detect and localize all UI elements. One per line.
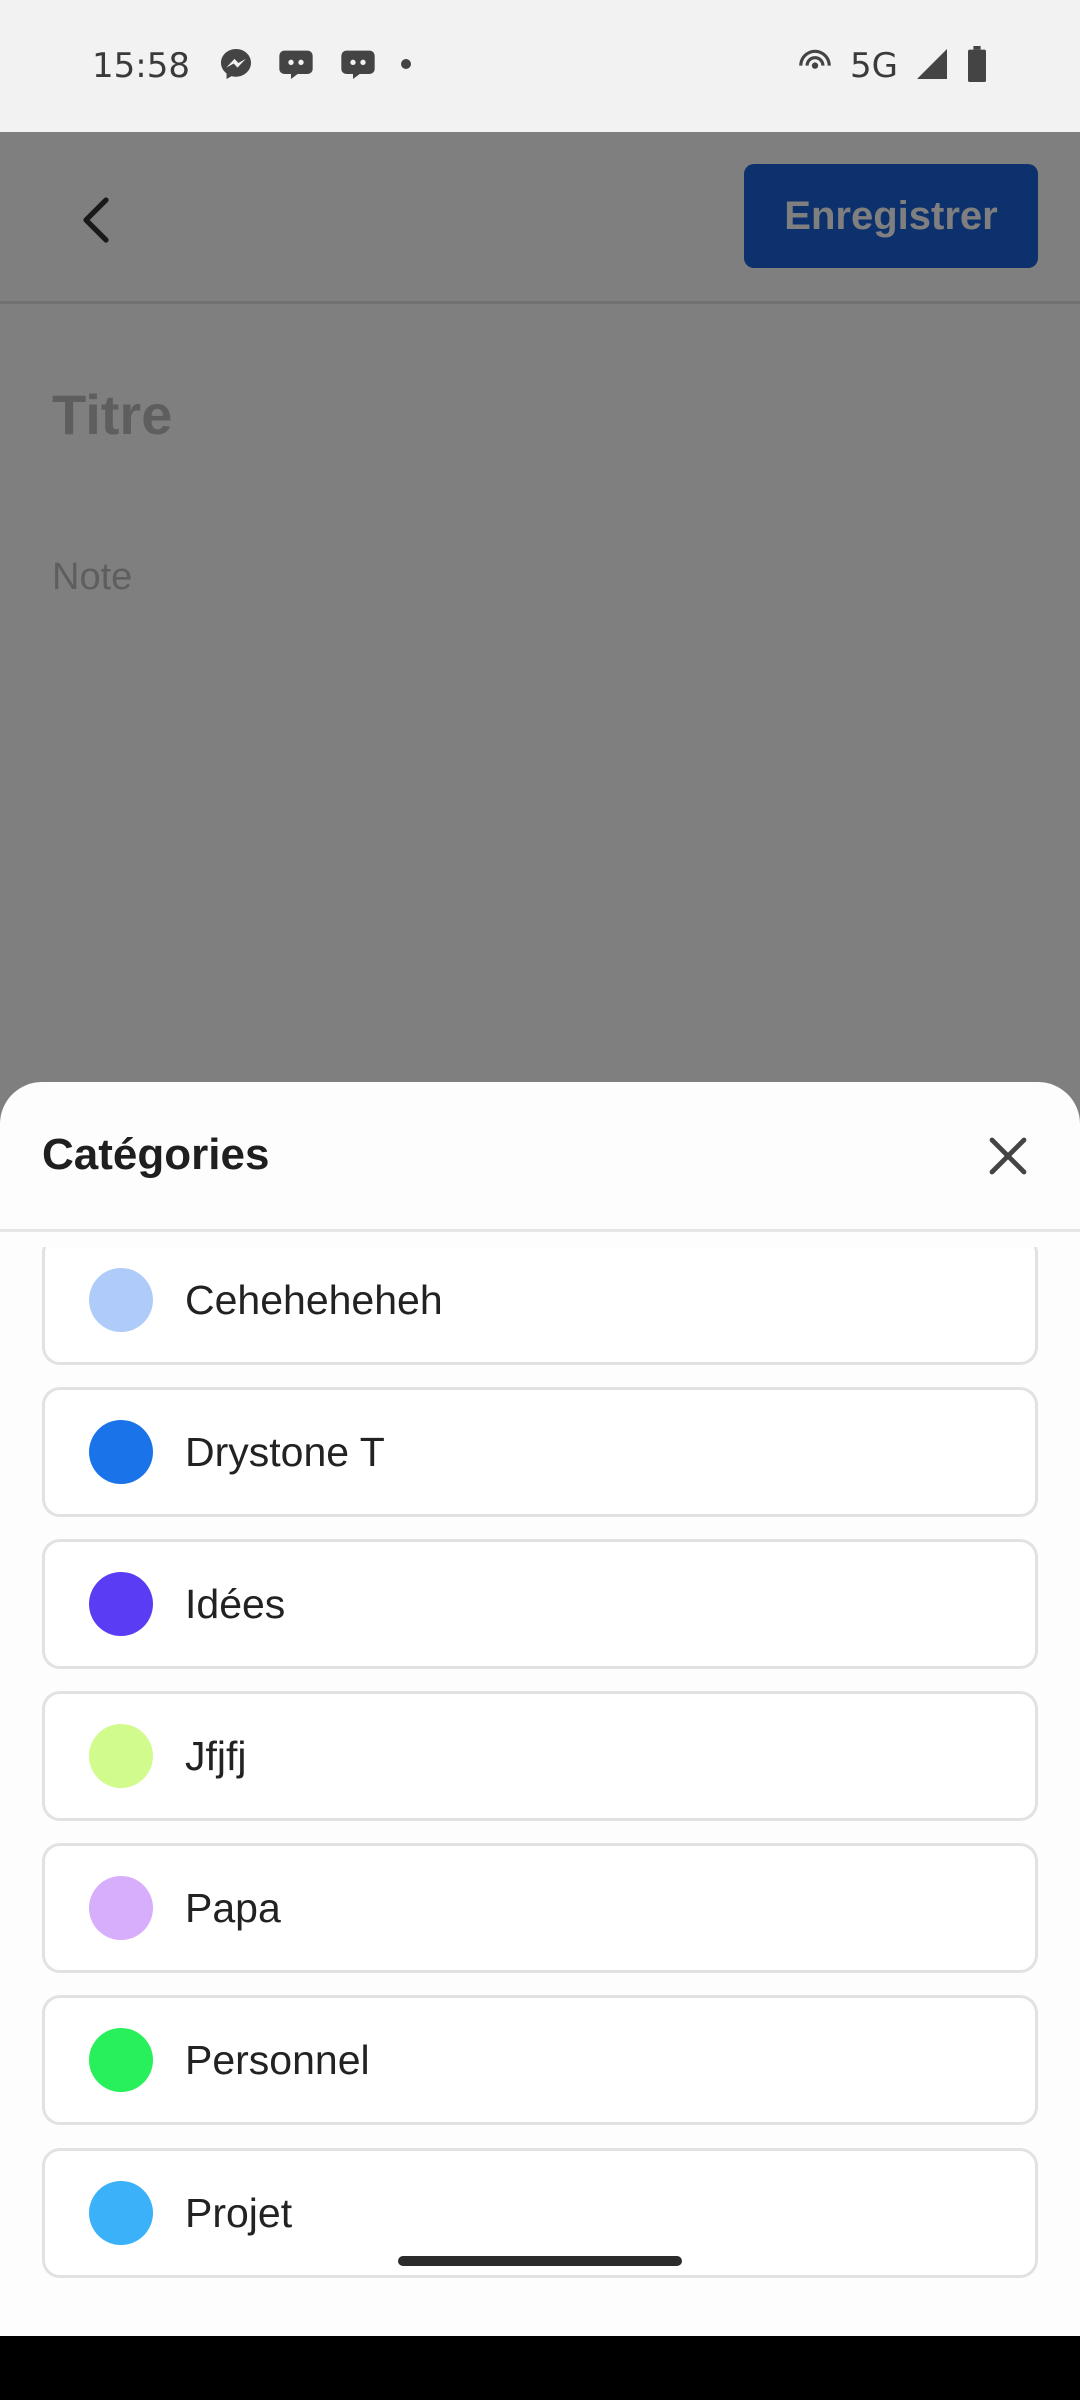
category-color-dot (89, 1876, 153, 1940)
notification-icons (218, 46, 412, 87)
sheet-title: Catégories (42, 1130, 270, 1179)
category-item-personnel[interactable]: Personnel (42, 1995, 1038, 2125)
discord-icon (338, 47, 378, 86)
category-item-idees[interactable]: Idées (42, 1539, 1038, 1669)
navigation-bar (0, 2336, 1080, 2400)
home-indicator[interactable] (398, 2256, 682, 2266)
category-label: Idées (185, 1580, 286, 1627)
category-color-dot (89, 1572, 153, 1636)
category-label: Projet (185, 2189, 293, 2236)
close-button[interactable] (980, 1128, 1036, 1184)
messenger-icon (218, 46, 254, 87)
category-label: Jfjfj (185, 1732, 247, 1779)
network-type: 5G (850, 46, 898, 86)
category-color-dot (89, 2028, 153, 2092)
category-color-dot (89, 1420, 153, 1484)
close-icon (989, 1137, 1027, 1175)
category-label: Papa (185, 1884, 281, 1931)
discord-icon (276, 47, 316, 86)
category-color-dot (89, 2181, 153, 2245)
dot-icon (400, 57, 412, 75)
status-bar: 15:58 5G (0, 0, 1080, 132)
category-item-papa[interactable]: Papa (42, 1843, 1038, 1973)
category-color-dot (89, 1724, 153, 1788)
category-item-jfjfj[interactable]: Jfjfj (42, 1691, 1038, 1821)
status-time: 15:58 (92, 46, 190, 86)
categories-sheet: Catégories Ceheheheheh Drystone T Idées … (0, 1082, 1080, 2336)
category-label: Ceheheheheh (185, 1276, 443, 1323)
signal-icon (914, 46, 950, 87)
battery-icon (966, 45, 988, 87)
category-item-ceheheheheh[interactable]: Ceheheheheh (42, 1247, 1038, 1365)
status-right: 5G (796, 45, 988, 88)
category-list[interactable]: Ceheheheheh Drystone T Idées Jfjfj Papa … (0, 1247, 1080, 2336)
category-label: Drystone T (185, 1428, 385, 1475)
category-item-drystone-t[interactable]: Drystone T (42, 1387, 1038, 1517)
category-color-dot (89, 1268, 153, 1332)
category-label: Personnel (185, 2036, 370, 2083)
hotspot-icon (796, 45, 834, 88)
sheet-header: Catégories (0, 1082, 1080, 1232)
